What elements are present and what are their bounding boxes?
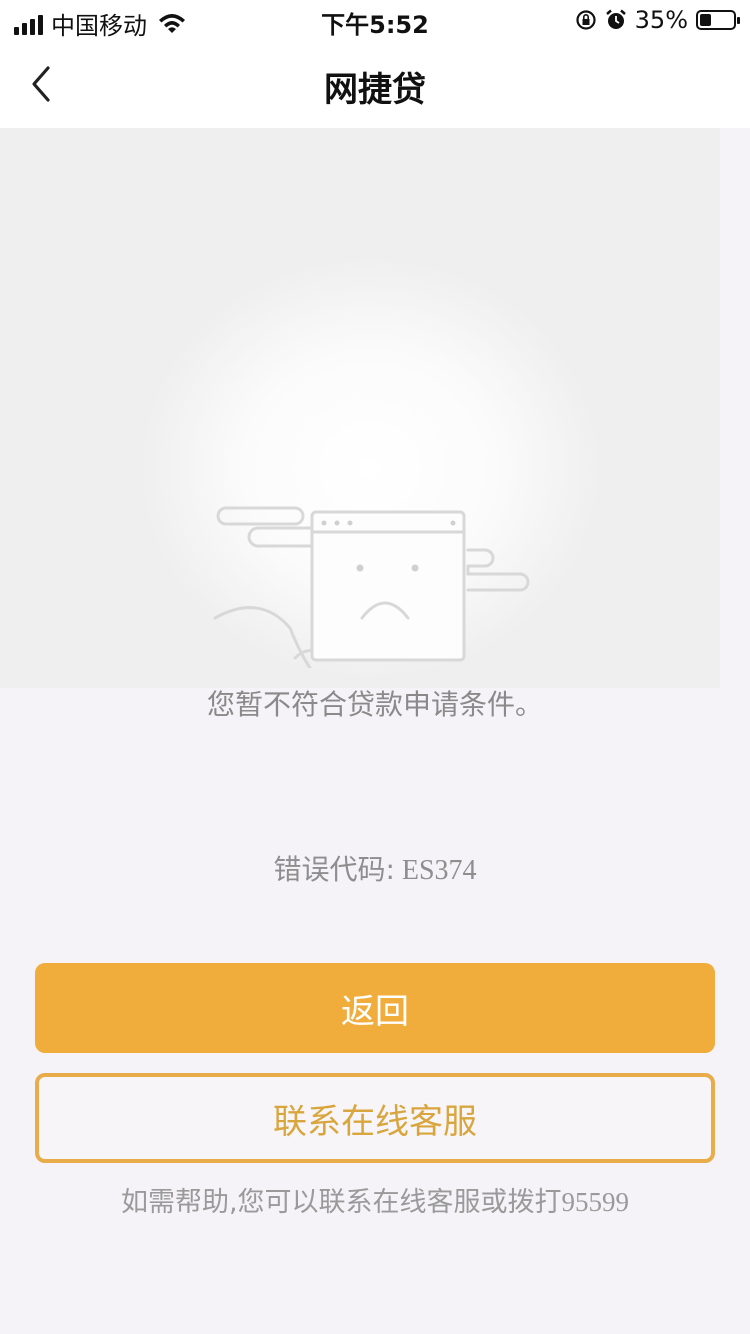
page-title: 网捷贷 — [324, 70, 426, 110]
status-right: 35% — [575, 6, 740, 34]
battery-icon — [696, 10, 740, 30]
alarm-icon — [605, 9, 626, 29]
status-bar: 中国移动 下午5:52 35% — [0, 0, 750, 40]
help-text-label: 如需帮助,您可以联系在线客服或拨打 — [120, 1187, 562, 1218]
error-code-value: ES374 — [401, 855, 477, 886]
contact-service-button[interactable]: 联系在线客服 — [35, 1073, 715, 1163]
nav-bar: 网捷贷 — [0, 40, 750, 128]
battery-fill — [700, 14, 711, 26]
help-phone-number[interactable]: 95599 — [562, 1187, 630, 1217]
rotation-lock-icon — [576, 10, 596, 30]
return-button[interactable]: 返回 — [35, 963, 715, 1053]
ineligible-message: 您暂不符合贷款申请条件。 — [206, 688, 543, 721]
error-code-label: 错误代码: — [273, 853, 395, 886]
illustration-area — [0, 128, 720, 688]
battery-percent: 35% — [634, 6, 688, 34]
error-code: 错误代码: ES374 — [0, 848, 750, 888]
help-text: 如需帮助,您可以联系在线客服或拨打95599 — [0, 1180, 750, 1219]
sad-browser-window-icon — [213, 506, 530, 668]
